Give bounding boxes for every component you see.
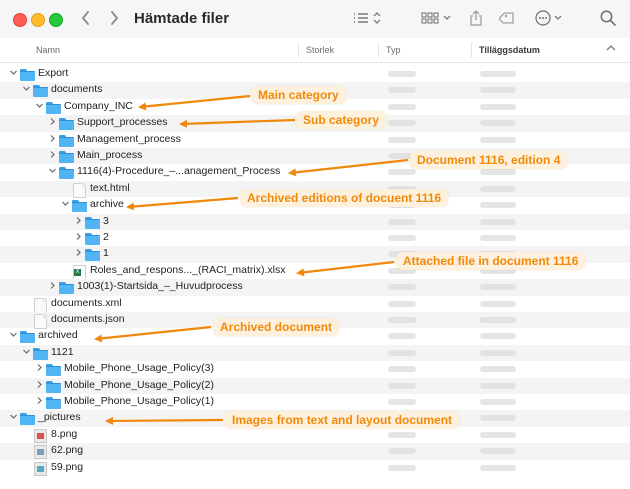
annotation-arrow [138, 94, 251, 111]
annotation-arrow [179, 118, 296, 128]
finder-window: Hämtade filer Namn Storlek Typ Tilläggsd… [0, 0, 630, 489]
annotation-arrow [296, 260, 395, 277]
annotation-label: Images from text and layout document [225, 411, 460, 429]
annotation-label: Archived editions of docuent 1116 [240, 189, 449, 207]
annotation-label: Archived document [213, 318, 340, 336]
annotation-arrow [126, 196, 239, 211]
annotation-label: Main category [251, 86, 346, 104]
annotation-label: Document 1116, edition 4 [410, 151, 568, 169]
annotation-label: Sub category [296, 111, 387, 129]
annotation-arrow [105, 416, 224, 425]
annotation-arrow [288, 158, 409, 177]
annotation-label: Attached file in document 1116 [396, 252, 586, 270]
annotation-arrow [94, 325, 212, 343]
